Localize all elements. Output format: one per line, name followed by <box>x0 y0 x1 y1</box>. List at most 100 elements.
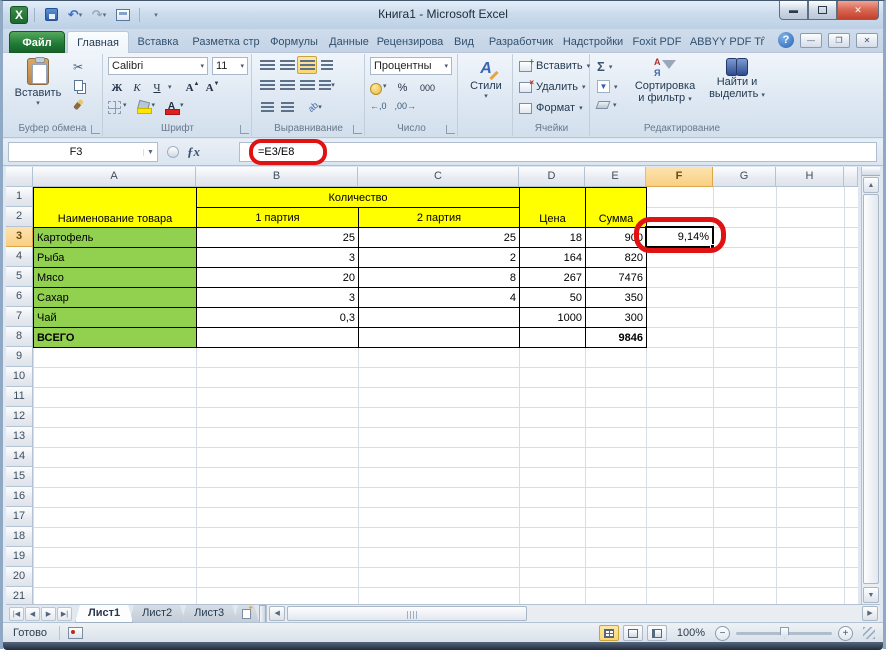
sheet-tab-лист2[interactable]: Лист2 <box>129 605 185 623</box>
chevron-down-icon[interactable]: ▼ <box>143 149 157 156</box>
workbook-restore-button[interactable]: ❐ <box>828 33 850 48</box>
row-header-14[interactable]: 14 <box>6 447 33 467</box>
merge-center-button[interactable]: ▾ <box>317 76 337 94</box>
cell-A4[interactable]: Рыба <box>33 247 197 268</box>
align-right-button[interactable] <box>297 76 317 94</box>
cell-C3[interactable]: 25 <box>358 227 520 248</box>
row-header-12[interactable]: 12 <box>6 407 33 427</box>
fill-button[interactable]: ▼▾ <box>597 80 618 93</box>
tab-вид[interactable]: Вид <box>445 31 483 53</box>
row-header-20[interactable]: 20 <box>6 567 33 587</box>
scrollbar-thumb[interactable] <box>863 194 879 584</box>
select-all-corner[interactable] <box>6 167 33 187</box>
cell-A6[interactable]: Сахар <box>33 287 197 308</box>
minimize-button[interactable]: ▬ <box>779 1 808 20</box>
tab-foxit-pdf[interactable]: Foxit PDF <box>627 31 687 53</box>
row-header-1[interactable]: 1 <box>6 187 33 207</box>
cell-B7[interactable]: 0,3 <box>196 307 359 328</box>
cell-D3[interactable]: 18 <box>519 227 586 248</box>
next-sheet-icon[interactable]: ▶ <box>41 607 56 621</box>
percent-style-button[interactable]: % <box>394 79 412 97</box>
sheet-tab-лист3[interactable]: Лист3 <box>181 605 237 623</box>
cell-D8[interactable] <box>519 327 586 348</box>
active-cell-F3[interactable]: 9,14% <box>645 226 714 248</box>
zoom-level[interactable]: 100% <box>677 627 705 639</box>
tab-надстройки[interactable]: Надстройки <box>559 31 627 53</box>
fill-handle[interactable] <box>710 244 715 249</box>
styles-button[interactable]: A Стили ▾ <box>466 60 506 100</box>
collapse-button[interactable] <box>167 146 179 158</box>
cell-B2[interactable]: 1 партия <box>196 207 359 228</box>
row-header-15[interactable]: 15 <box>6 467 33 487</box>
formula-input[interactable]: =E3/E8 <box>239 142 877 162</box>
scroll-left-icon[interactable]: ◀ <box>269 606 285 621</box>
comma-style-button[interactable]: 000 <box>419 79 437 97</box>
format-cells-button[interactable]: Формат▾ <box>519 102 583 114</box>
cell-A1[interactable]: Наименование товара <box>33 187 197 228</box>
page-break-view-button[interactable] <box>647 625 667 641</box>
cell-A8[interactable]: ВСЕГО <box>33 327 197 348</box>
cell-C6[interactable]: 4 <box>358 287 520 308</box>
cell-C4[interactable]: 2 <box>358 247 520 268</box>
decrease-decimal-button[interactable]: ,00→ <box>395 101 417 111</box>
clear-button[interactable]: ▾ <box>597 101 617 109</box>
cell-B4[interactable]: 3 <box>196 247 359 268</box>
help-icon[interactable]: ? <box>778 32 794 48</box>
decrease-indent-button[interactable] <box>257 98 277 116</box>
underline-button[interactable]: Ч <box>148 79 166 97</box>
row-header-16[interactable]: 16 <box>6 487 33 507</box>
resize-grip[interactable] <box>863 627 875 639</box>
row-header-17[interactable]: 17 <box>6 507 33 527</box>
shrink-font-button[interactable]: А▼ <box>204 79 222 97</box>
borders-button[interactable]: ▾ <box>108 101 127 114</box>
cell-E3[interactable]: 900 <box>585 227 647 248</box>
spreadsheet-grid[interactable]: ABCDEFGH12345678910111213141516171819202… <box>6 167 858 604</box>
row-header-5[interactable]: 5 <box>6 267 33 287</box>
collapse-ribbon-icon[interactable]: ⌃ <box>754 33 772 48</box>
italic-button[interactable]: К <box>128 79 146 97</box>
increase-indent-button[interactable] <box>277 98 297 116</box>
cell-A5[interactable]: Мясо <box>33 267 197 288</box>
workbook-close-button[interactable]: ✕ <box>856 33 878 48</box>
wrap-text-button[interactable] <box>317 56 337 74</box>
cell-E8[interactable]: 9846 <box>585 327 647 348</box>
zoom-in-button[interactable]: + <box>838 626 853 641</box>
copy-button[interactable] <box>69 77 87 94</box>
cell-E1[interactable]: Сумма <box>585 187 647 228</box>
tab-file[interactable]: Файл <box>9 31 65 53</box>
row-header-8[interactable]: 8 <box>6 327 33 347</box>
cell-E7[interactable]: 300 <box>585 307 647 328</box>
column-header-F[interactable]: F <box>646 167 713 187</box>
scroll-right-icon[interactable]: ▶ <box>862 606 878 621</box>
cell-D1[interactable]: Цена <box>519 187 586 228</box>
zoom-slider[interactable] <box>736 632 832 635</box>
increase-decimal-button[interactable]: ←,0 <box>370 101 387 111</box>
sheet-tab-лист1[interactable]: Лист1 <box>75 605 133 623</box>
first-sheet-icon[interactable]: |◀ <box>9 607 24 621</box>
row-header-9[interactable]: 9 <box>6 347 33 367</box>
font-size-combo[interactable]: 11▾ <box>212 57 248 75</box>
column-header-A[interactable]: A <box>33 167 196 187</box>
page-layout-view-button[interactable] <box>623 625 643 641</box>
align-bottom-button[interactable] <box>297 56 317 74</box>
row-header-6[interactable]: 6 <box>6 287 33 307</box>
tab-главная[interactable]: Главная <box>67 31 129 53</box>
column-header-C[interactable]: C <box>358 167 519 187</box>
cell-B8[interactable] <box>196 327 359 348</box>
tab-разметка-стр[interactable]: Разметка стр <box>187 31 265 53</box>
column-header-B[interactable]: B <box>196 167 358 187</box>
row-header-4[interactable]: 4 <box>6 247 33 267</box>
fill-color-button[interactable]: ▾ <box>137 101 156 114</box>
insert-function-icon[interactable]: ƒx <box>187 144 200 160</box>
cell-C8[interactable] <box>358 327 520 348</box>
row-header-2[interactable]: 2 <box>6 207 33 227</box>
align-center-button[interactable] <box>277 76 297 94</box>
align-top-button[interactable] <box>257 56 277 74</box>
scroll-down-icon[interactable]: ▼ <box>863 587 879 603</box>
grow-font-button[interactable]: А▲ <box>184 79 202 97</box>
tab-split-handle[interactable] <box>259 605 266 623</box>
cell-A3[interactable]: Картофель <box>33 227 197 248</box>
cell-C2[interactable]: 2 партия <box>358 207 520 228</box>
font-name-combo[interactable]: Calibri▾ <box>108 57 208 75</box>
autosum-button[interactable]: Σ▾ <box>597 59 612 74</box>
